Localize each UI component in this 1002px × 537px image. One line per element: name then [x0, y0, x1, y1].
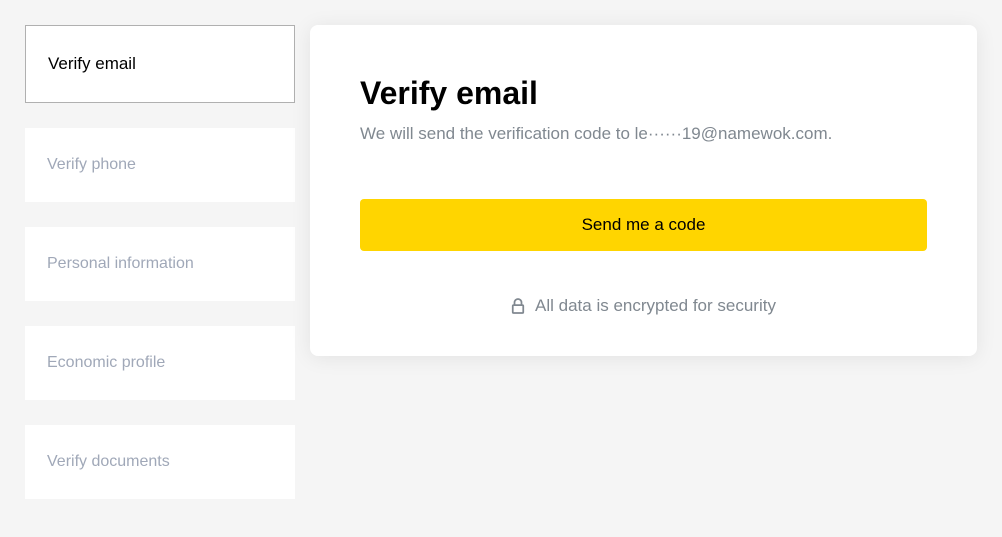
sidebar-item-label: Verify documents — [47, 453, 170, 470]
send-code-button[interactable]: Send me a code — [360, 199, 927, 251]
sidebar-item-verify-documents[interactable]: Verify documents — [25, 425, 295, 499]
security-notice: All data is encrypted for security — [360, 296, 927, 316]
page-title: Verify email — [360, 75, 927, 112]
lock-icon — [511, 298, 525, 314]
sidebar-item-label: Verify phone — [47, 156, 136, 173]
sidebar-item-verify-email[interactable]: Verify email — [25, 25, 295, 103]
main-card: Verify email We will send the verificati… — [310, 25, 977, 356]
page-subtitle: We will send the verification code to le… — [360, 124, 927, 144]
sidebar-item-label: Verify email — [48, 54, 136, 73]
sidebar-item-personal-information[interactable]: Personal information — [25, 227, 295, 301]
sidebar-item-verify-phone[interactable]: Verify phone — [25, 128, 295, 202]
sidebar-item-economic-profile[interactable]: Economic profile — [25, 326, 295, 400]
sidebar-item-label: Economic profile — [47, 354, 165, 371]
security-text: All data is encrypted for security — [535, 296, 776, 316]
sidebar: Verify email Verify phone Personal infor… — [25, 25, 295, 499]
sidebar-item-label: Personal information — [47, 255, 194, 272]
